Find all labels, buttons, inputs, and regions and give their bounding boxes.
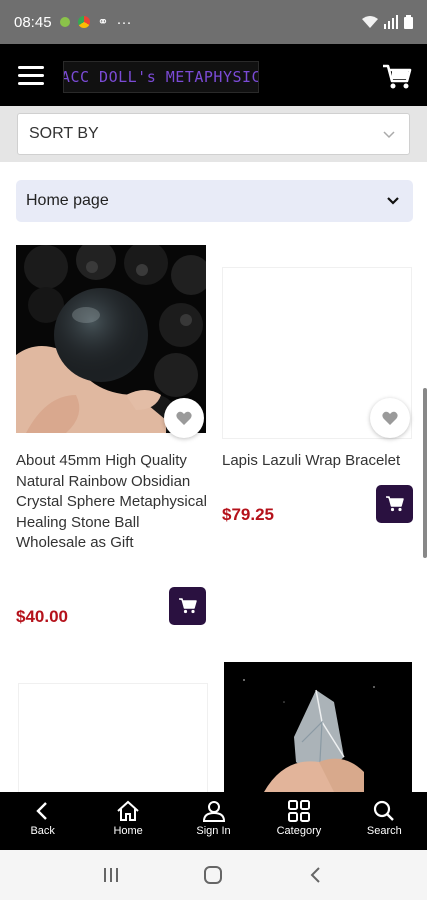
nav-signin[interactable]: Sign In <box>171 792 256 850</box>
nav-category-label: Category <box>276 825 322 837</box>
grid-icon <box>287 800 310 822</box>
product-price: $79.25 <box>222 505 274 524</box>
crystal-point-image[interactable] <box>224 662 412 792</box>
category-dropdown[interactable]: Home page <box>16 180 413 222</box>
nav-back-label: Back <box>30 825 55 837</box>
user-icon <box>202 801 225 822</box>
back-icon <box>36 802 47 820</box>
product-title[interactable]: About 45mm High Quality Natural Rainbow … <box>16 451 208 554</box>
heart-icon <box>176 411 192 425</box>
product-card[interactable] <box>224 662 412 792</box>
wishlist-button[interactable] <box>164 398 204 438</box>
heart-icon <box>382 411 398 425</box>
product-title[interactable]: Lapis Lazuli Wrap Bracelet <box>222 451 414 472</box>
system-nav-bar <box>0 850 427 900</box>
link-icon: ⚭ <box>97 14 109 29</box>
product-price: $40.00 <box>16 607 68 626</box>
sort-label: SORT BY <box>29 125 99 142</box>
product-image[interactable] <box>18 683 208 793</box>
status-system-icons <box>362 15 413 29</box>
home-button-icon[interactable] <box>203 865 223 885</box>
signal-icon <box>384 15 398 29</box>
product-card[interactable]: About 45mm High Quality Natural Rainbow … <box>16 245 208 635</box>
nav-home[interactable]: Home <box>85 792 170 850</box>
cart-icon <box>178 598 197 614</box>
search-icon <box>374 800 395 821</box>
android-icon <box>59 17 70 27</box>
store-logo[interactable]: BLACC DOLL's METAPHYSICAL <box>63 61 259 93</box>
app-header: BLACC DOLL's METAPHYSICAL <box>0 44 427 106</box>
status-time: 08:45 <box>14 13 52 31</box>
product-card[interactable]: Lapis Lazuli Wrap Bracelet $79.25 <box>222 267 414 527</box>
nav-search-label: Search <box>366 825 402 837</box>
add-to-cart-button[interactable] <box>376 485 413 523</box>
nav-back[interactable]: Back <box>0 792 85 850</box>
chevron-down-icon <box>383 131 395 139</box>
cart-icon[interactable] <box>382 64 412 90</box>
nav-search[interactable]: Search <box>342 792 427 850</box>
scrollbar[interactable] <box>423 388 427 558</box>
cart-icon <box>385 496 404 512</box>
sort-select[interactable]: SORT BY <box>17 113 410 155</box>
home-icon <box>117 800 139 821</box>
chevron-down-icon <box>387 197 399 205</box>
nav-signin-label: Sign In <box>196 825 231 837</box>
chrome-icon <box>77 16 90 28</box>
more-icon: ··· <box>116 13 132 31</box>
wishlist-button[interactable] <box>370 398 410 438</box>
back-button-icon[interactable] <box>306 865 326 885</box>
nav-category[interactable]: Category <box>256 792 341 850</box>
wifi-icon <box>362 16 378 28</box>
bottom-nav: Back Home Sign In Category Search <box>0 792 427 850</box>
category-dropdown-label: Home page <box>26 192 109 209</box>
sort-bar: SORT BY <box>0 106 427 162</box>
status-notification-icons: ⚭ ··· <box>59 13 132 31</box>
menu-icon[interactable] <box>18 66 44 86</box>
add-to-cart-button[interactable] <box>169 587 206 625</box>
recent-apps-icon[interactable] <box>101 866 121 884</box>
nav-home-label: Home <box>113 825 143 837</box>
status-bar: 08:45 ⚭ ··· <box>0 0 427 44</box>
battery-icon <box>404 15 413 29</box>
